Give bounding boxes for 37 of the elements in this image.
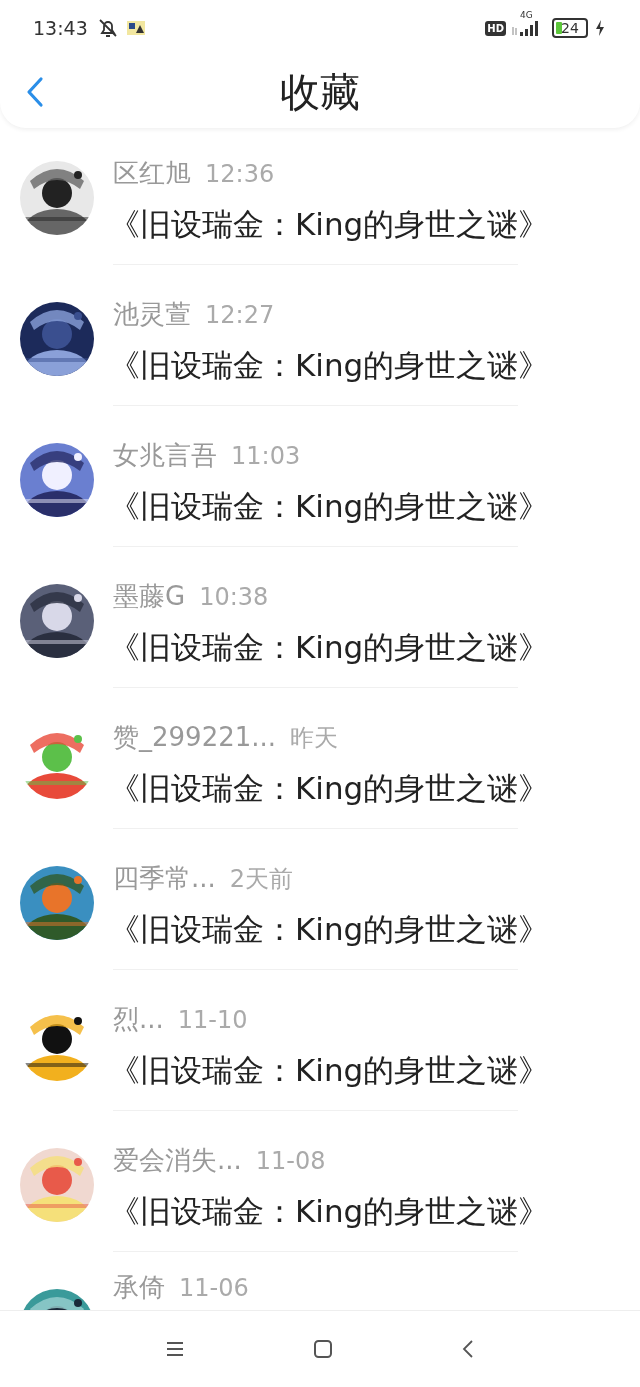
network-type: 4G [520,10,533,20]
app-notification-icon [125,19,146,37]
user-name: 承倚 [113,1271,165,1304]
user-name: 烈... [113,1003,164,1036]
page-title: 收藏 [280,67,360,117]
article-title[interactable]: 《旧设瑞金：King的身世之谜》 [109,1191,640,1233]
article-title[interactable]: 《旧设瑞金：King的身世之谜》 [109,204,640,246]
user-name: 墨藤G [113,580,186,613]
charging-icon [594,19,606,37]
user-name: 女兆言吾 [113,439,217,472]
article-title[interactable]: 《旧设瑞金：King的身世之谜》 [109,909,640,951]
timestamp: 昨天 [290,723,339,754]
article-title[interactable]: 《旧设瑞金：King的身世之谜》 [109,627,640,669]
timestamp: 11:03 [231,442,301,470]
user-name: 爱会消失... [113,1144,242,1177]
timestamp: 12:36 [205,160,275,188]
timestamp: 11-10 [177,1006,248,1034]
back-nav-button[interactable] [461,1339,475,1359]
status-time: 13:43 [33,17,88,39]
battery-indicator: 24 [552,18,588,38]
home-button[interactable] [313,1339,333,1359]
timestamp: 11-08 [255,1147,326,1175]
menu-icon[interactable] [165,1341,185,1357]
timestamp: 12:27 [205,301,275,329]
article-title[interactable]: 《旧设瑞金：King的身世之谜》 [109,486,640,528]
article-title[interactable]: 《旧设瑞金：King的身世之谜》 [109,768,640,810]
timestamp: 11-06 [179,1274,249,1302]
user-name: 池灵萱 [113,298,191,331]
user-name: 赞_299221... [113,721,277,754]
back-button[interactable] [25,76,45,108]
timestamp: 2天前 [229,864,294,895]
timestamp: 10:38 [199,583,269,611]
user-name: 四季常... [113,862,216,895]
user-name: 区红旭 [113,157,191,190]
article-title[interactable]: 《旧设瑞金：King的身世之谜》 [109,345,640,387]
article-title[interactable]: 《旧设瑞金：King的身世之谜》 [109,1050,640,1092]
hd-badge: HD [485,20,506,36]
